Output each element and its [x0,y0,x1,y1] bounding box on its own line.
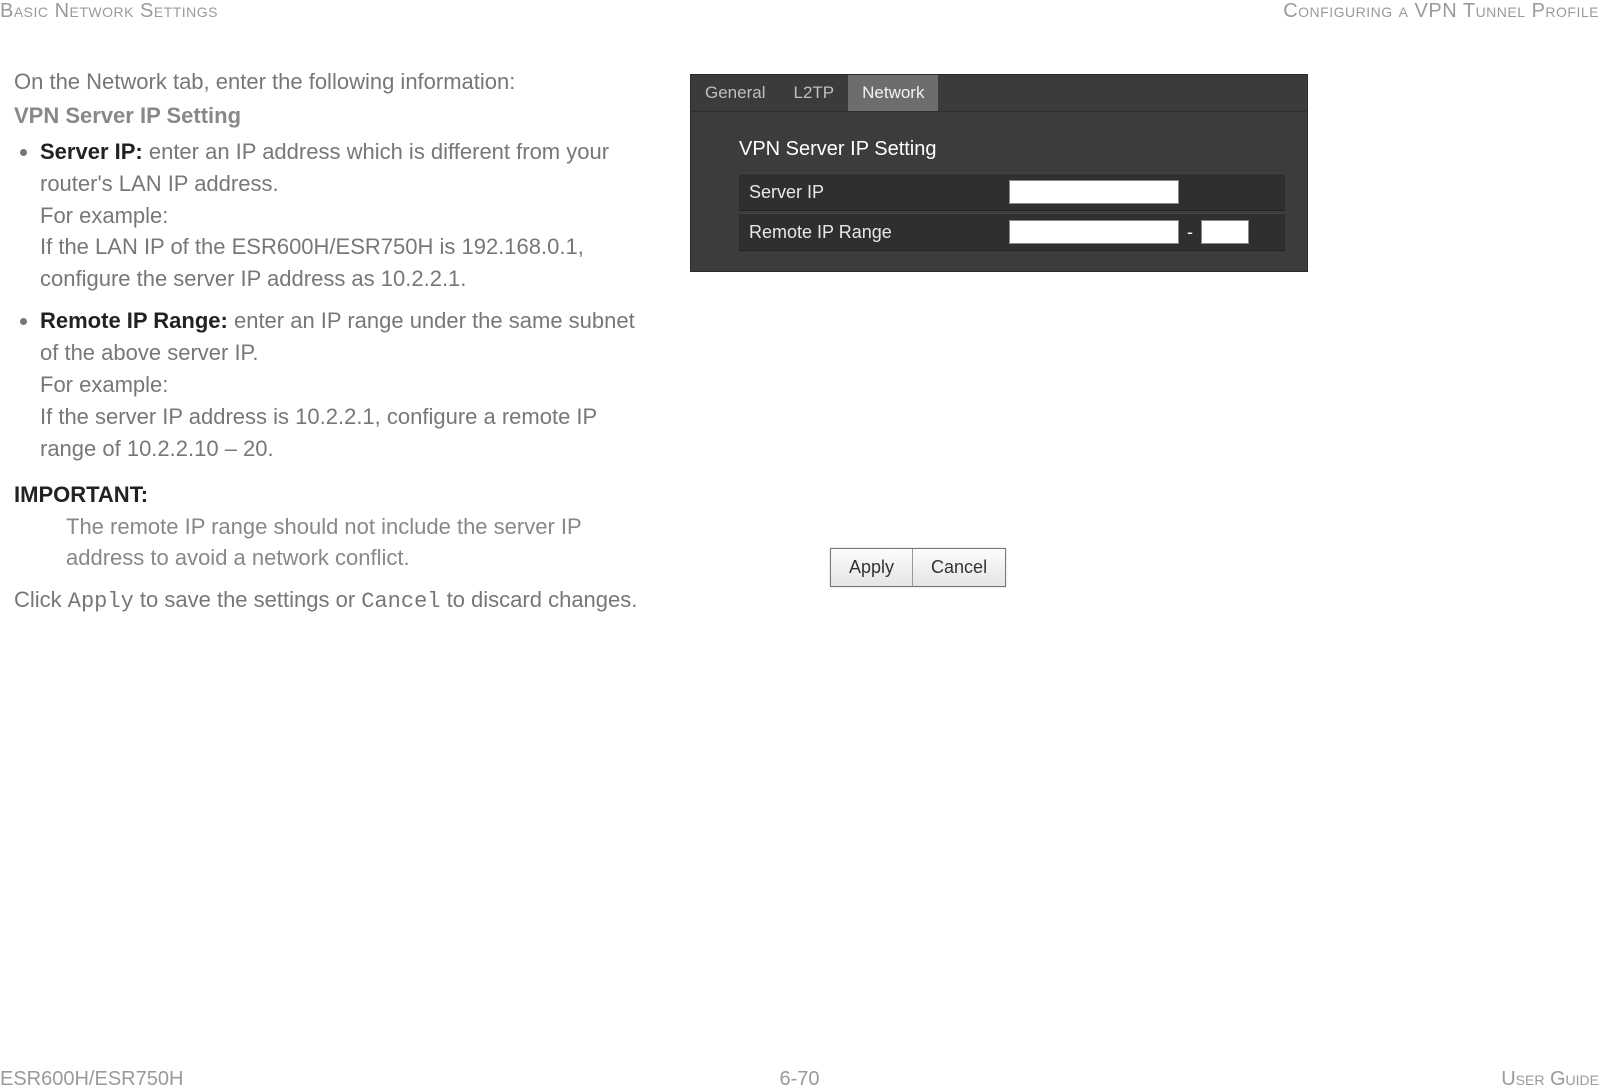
remote-range-start-input[interactable] [1009,220,1179,244]
bullet-server-ip: Server IP: enter an IP address which is … [40,136,654,295]
example-body: If the LAN IP of the ESR600H/ESR750H is … [40,234,584,291]
footer-guide-label: User Guide [1501,1068,1599,1091]
important-text: The remote IP range should not include t… [66,511,654,575]
tab-general[interactable]: General [691,75,779,111]
bullet-label: Remote IP Range: [40,308,228,333]
tab-bar: General L2TP Network [691,75,1307,112]
example-body: If the server IP address is 10.2.2.1, co… [40,404,597,461]
bullet-remote-range: Remote IP Range: enter an IP range under… [40,305,654,464]
range-dash: - [1187,222,1193,243]
row-remote-ip-range: Remote IP Range - [739,213,1285,251]
vpn-section-heading: VPN Server IP Setting [14,100,654,132]
click-instruction: Click Apply to save the settings or Canc… [14,584,654,618]
apply-cancel-button-group: Apply Cancel [830,548,1006,587]
important-label: IMPORTANT: [14,479,654,511]
cancel-code: Cancel [361,589,440,614]
tab-l2tp[interactable]: L2TP [779,75,848,111]
vpn-settings-panel: General L2TP Network VPN Server IP Setti… [690,74,1308,272]
header-left: Basic Network Settings [0,0,218,23]
cancel-button[interactable]: Cancel [913,549,1005,586]
server-ip-input[interactable] [1009,180,1179,204]
apply-button[interactable]: Apply [831,549,913,586]
bullet-label: Server IP: [40,139,143,164]
apply-code: Apply [68,589,134,614]
main-text-column: On the Network tab, enter the following … [14,66,654,618]
intro-line: On the Network tab, enter the following … [14,66,654,98]
server-ip-label: Server IP [749,182,1009,203]
bullet-list: Server IP: enter an IP address which is … [14,136,654,465]
important-block: IMPORTANT: The remote IP range should no… [14,479,654,575]
header-right: Configuring a VPN Tunnel Profile [1283,0,1599,23]
remote-range-label: Remote IP Range [749,222,1009,243]
panel-title: VPN Server IP Setting [739,138,1285,161]
row-server-ip: Server IP [739,173,1285,211]
example-lead: For example: [40,203,168,228]
footer-page-number: 6-70 [779,1068,819,1091]
remote-range-end-input[interactable] [1201,220,1249,244]
tab-network[interactable]: Network [848,75,938,111]
example-lead: For example: [40,372,168,397]
footer-model: ESR600H/ESR750H [0,1068,183,1091]
